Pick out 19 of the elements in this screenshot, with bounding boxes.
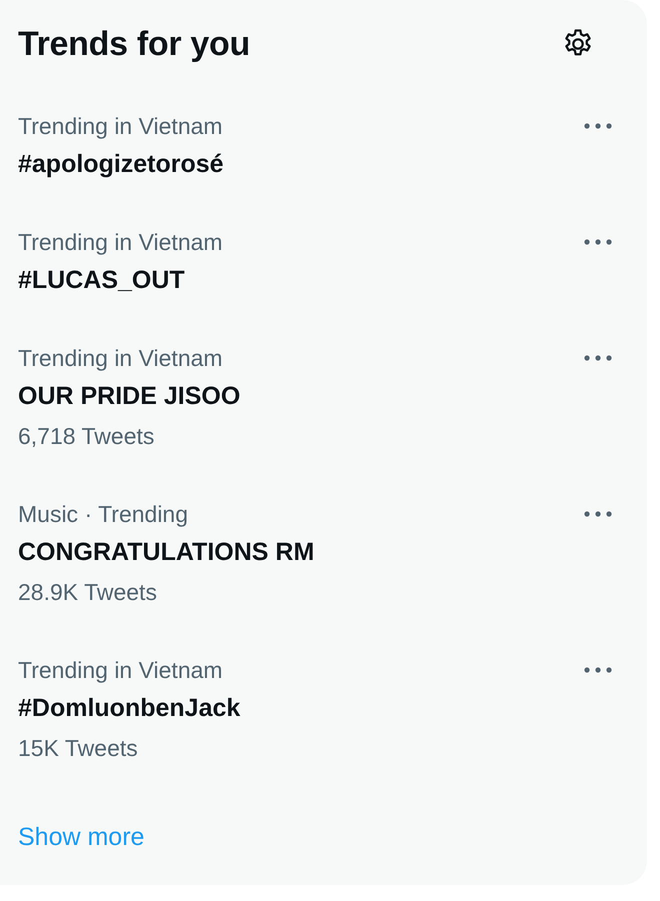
trend-name[interactable]: #DomluonbenJack xyxy=(18,688,240,728)
more-icon[interactable] xyxy=(583,354,613,362)
trend-name[interactable]: OUR PRIDE JISOO xyxy=(18,376,240,416)
more-icon[interactable] xyxy=(583,238,613,246)
trend-name[interactable]: #apologizetorosé xyxy=(18,144,224,184)
trend-context: Trending in Vietnam xyxy=(18,656,224,685)
section-title: Trends for you xyxy=(18,24,250,65)
trend-name[interactable]: #LUCAS_OUT xyxy=(18,260,223,300)
more-icon[interactable] xyxy=(583,122,613,130)
trend-context: Music · Trending xyxy=(18,500,190,529)
tweet-count: 6,718 Tweets xyxy=(18,422,156,451)
tweet-count: 15K Tweets xyxy=(18,734,139,763)
more-icon[interactable] xyxy=(583,666,613,674)
trend-context: Trending in Vietnam xyxy=(18,344,224,373)
tweet-count: 28.9K Tweets xyxy=(18,578,158,607)
trend-context: Trending in Vietnam xyxy=(18,112,224,141)
more-icon[interactable] xyxy=(583,510,613,518)
trend-name[interactable]: CONGRATULATIONS RM xyxy=(18,532,314,572)
trend-context: Trending in Vietnam xyxy=(18,228,223,257)
